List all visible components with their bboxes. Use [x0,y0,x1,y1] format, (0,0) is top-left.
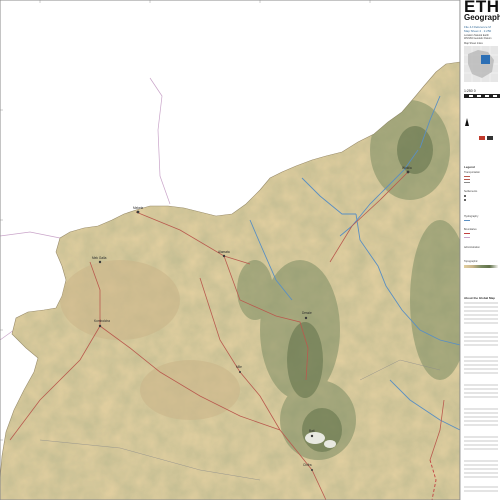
scale-bar [464,94,500,98]
label-mekele: Mekele [133,206,144,210]
info-line-2: Map Sheet 4 · 1:250 [464,29,492,33]
topographic-map[interactable]: Mekele Mek Galla Alamata Woldia Dessie B… [0,0,500,500]
index-label: Map Sheet Index [464,42,483,45]
label-woldia: Woldia [402,166,412,170]
legend-panel: ETHIO Geographic File 4J Reference M Map… [460,0,500,500]
legend-section-settlements: Settlements [464,190,478,193]
label-mek-galla: Mek Galla [92,256,107,260]
legend-section-administration: Administration [464,246,480,249]
legend-section-topographic: Topographic [464,260,478,263]
north-arrow-icon [465,118,469,126]
label-bati: Bati [309,429,315,433]
footer-heading: About the Global Map [464,296,495,300]
label-alamata: Alamata [218,250,230,254]
label-kombolcha: Kombolcha [94,319,110,323]
legend-section-transportation: Transportation [464,171,481,174]
label-chifra: Chifra [303,463,312,467]
legend-section-boundaries: Boundaries [464,228,477,231]
legend-heading: Legend [464,165,475,169]
index-map[interactable] [464,46,498,82]
legend-section-hydrography: Hydrography [464,215,479,218]
label-mile: Mile [236,365,242,369]
logo-icon [479,136,485,140]
logo-icon-2 [487,136,493,140]
map-subtitle: Geographic [464,13,500,22]
elevation-ramp [464,265,498,268]
label-dessie: Dessie [302,311,312,315]
info-line-4: WGS84 Geodetic Datum [464,37,492,40]
scale-text: 1:250 0 [464,89,476,93]
